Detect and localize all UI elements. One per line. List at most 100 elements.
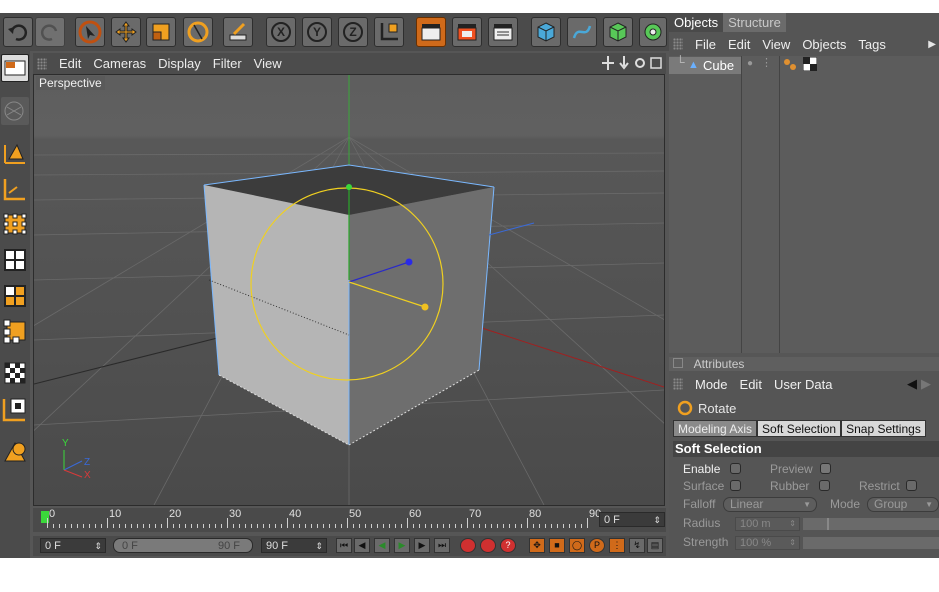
next-key-icon[interactable]: ▶ [414, 538, 430, 553]
snap-icon[interactable] [1, 395, 29, 423]
radius-field[interactable]: 100 m ⇕ [735, 517, 800, 531]
x-axis-lock-button[interactable]: X [266, 17, 296, 47]
make-editable-icon[interactable] [1, 97, 29, 125]
coordinate-system-icon[interactable] [374, 17, 404, 47]
viewport-menu-filter[interactable]: Filter [213, 56, 242, 71]
objects-menu-tags[interactable]: Tags [858, 37, 885, 52]
mode-dropdown[interactable]: Group ▼ [867, 497, 939, 512]
radius-slider[interactable] [803, 518, 939, 530]
rotate-tool-icon[interactable] [183, 17, 213, 47]
visibility-dots-icon[interactable]: ● [747, 58, 753, 69]
layout-icon[interactable] [1, 54, 29, 82]
panel-toggle-icon[interactable] [673, 358, 683, 368]
render-dots-icon[interactable]: ⋮ [761, 56, 772, 69]
record-parameter-icon[interactable]: P [589, 538, 605, 553]
render-picture-viewer-icon[interactable] [452, 17, 482, 47]
strength-field[interactable]: 100 % ⇕ [735, 536, 800, 550]
texture-mode-icon[interactable] [1, 175, 29, 203]
objects-menu-objects[interactable]: Objects [802, 37, 846, 52]
section-header[interactable]: Soft Selection [673, 441, 939, 457]
go-to-start-icon[interactable]: ⏮ [336, 538, 352, 553]
tweak-mode-icon[interactable] [1, 359, 29, 387]
timeline-menu-icon[interactable]: ▤ [647, 538, 663, 553]
list-item[interactable]: └ ▲ Cube [669, 55, 741, 74]
tab-objects[interactable]: Objects [669, 13, 724, 32]
timeline-ruler[interactable]: 0 10 20 30 40 50 60 70 80 90 0 F ⇕ [33, 508, 666, 532]
frame-range-slider[interactable]: 0 F 90 F [113, 538, 253, 553]
object-name[interactable]: Cube [703, 58, 734, 73]
attr-menu-edit[interactable]: Edit [740, 377, 762, 392]
points-mode-icon[interactable] [1, 209, 29, 237]
start-frame-field[interactable]: 0 F ⇕ [40, 538, 106, 553]
attr-menu-user-data[interactable]: User Data [774, 377, 833, 392]
enable-checkbox[interactable] [730, 463, 741, 474]
record-rotation-icon[interactable]: ◯ [569, 538, 585, 553]
record-icon[interactable] [460, 538, 476, 553]
array-icon[interactable] [639, 17, 667, 47]
z-axis-lock-button[interactable]: Z [338, 17, 368, 47]
surface-checkbox[interactable] [730, 480, 741, 491]
current-frame-field[interactable]: 0 F ⇕ [599, 512, 665, 527]
scale-tool-icon[interactable] [146, 17, 176, 47]
viewport-menu-view[interactable]: View [254, 56, 282, 71]
phong-tag-icon[interactable] [783, 58, 797, 74]
record-point-level-icon[interactable]: ⋮ [609, 538, 625, 553]
grip-handle-icon[interactable] [673, 38, 683, 50]
maximize-view-icon[interactable] [650, 56, 662, 70]
tab-modeling-axis[interactable]: Modeling Axis [673, 420, 758, 437]
grip-handle-icon[interactable] [673, 378, 683, 390]
perspective-viewport[interactable]: Perspective Y Z X [33, 74, 665, 506]
interpolation-icon[interactable]: ↯ [629, 538, 645, 553]
viewport-menu-display[interactable]: Display [158, 56, 201, 71]
viewport-menu-cameras[interactable]: Cameras [93, 56, 146, 71]
object-list[interactable]: └ ▲ Cube ● ⋮ [669, 55, 939, 353]
enable-axis-icon[interactable] [1, 317, 29, 345]
edges-mode-icon[interactable] [1, 245, 29, 273]
y-axis-lock-button[interactable]: Y [302, 17, 332, 47]
play-forwards-icon[interactable]: ▶ [394, 538, 410, 553]
record-scale-icon[interactable]: ■ [549, 538, 565, 553]
keyframe-selection-icon[interactable]: ? [500, 538, 516, 553]
rotate-view-icon[interactable] [634, 56, 646, 70]
tab-structure[interactable]: Structure [723, 13, 786, 32]
render-settings-icon[interactable] [488, 17, 518, 47]
attr-menu-mode[interactable]: Mode [695, 377, 728, 392]
previous-key-icon[interactable]: ◀ [354, 538, 370, 553]
falloff-dropdown[interactable]: Linear ▼ [723, 497, 817, 512]
objects-menu-file[interactable]: File [695, 37, 716, 52]
objects-menu-view[interactable]: View [762, 37, 790, 52]
strength-slider[interactable] [803, 537, 939, 549]
tab-soft-selection[interactable]: Soft Selection [757, 420, 842, 437]
spline-pen-icon[interactable] [567, 17, 597, 47]
render-view-icon[interactable] [416, 17, 446, 47]
forward-arrow-icon[interactable]: ▶ [921, 376, 931, 392]
recent-tools-icon[interactable] [223, 17, 253, 47]
camera-label[interactable]: Perspective [36, 76, 105, 90]
back-arrow-icon[interactable]: ◀ [907, 376, 917, 392]
autokey-icon[interactable] [480, 538, 496, 553]
workplane-icon[interactable] [1, 437, 29, 465]
live-selection-icon[interactable] [75, 17, 105, 47]
rubber-checkbox[interactable] [819, 480, 830, 491]
undo-icon[interactable] [3, 17, 33, 47]
end-frame-field[interactable]: 90 F ⇕ [261, 538, 327, 553]
cube-object-icon[interactable] [531, 17, 561, 47]
polygons-mode-icon[interactable] [1, 281, 29, 309]
redo-icon[interactable] [35, 17, 65, 47]
objects-menu-edit[interactable]: Edit [728, 37, 750, 52]
menu-overflow-icon[interactable]: ▶ [928, 39, 936, 50]
zoom-view-icon[interactable] [618, 56, 630, 70]
pan-view-icon[interactable] [602, 56, 614, 70]
slider-handle[interactable] [827, 518, 829, 530]
viewport-menu-edit[interactable]: Edit [59, 56, 81, 71]
go-to-end-icon[interactable]: ⏭ [434, 538, 450, 553]
preview-checkbox[interactable] [820, 463, 831, 474]
play-backwards-icon[interactable]: ◀ [374, 538, 390, 553]
move-tool-icon[interactable] [111, 17, 141, 47]
subdivision-surface-icon[interactable] [603, 17, 633, 47]
record-position-icon[interactable]: ✥ [529, 538, 545, 553]
uvw-tag-icon[interactable] [802, 56, 818, 74]
tab-snap-settings[interactable]: Snap Settings [841, 420, 926, 437]
restrict-checkbox[interactable] [906, 480, 917, 491]
grip-handle-icon[interactable] [37, 57, 47, 70]
